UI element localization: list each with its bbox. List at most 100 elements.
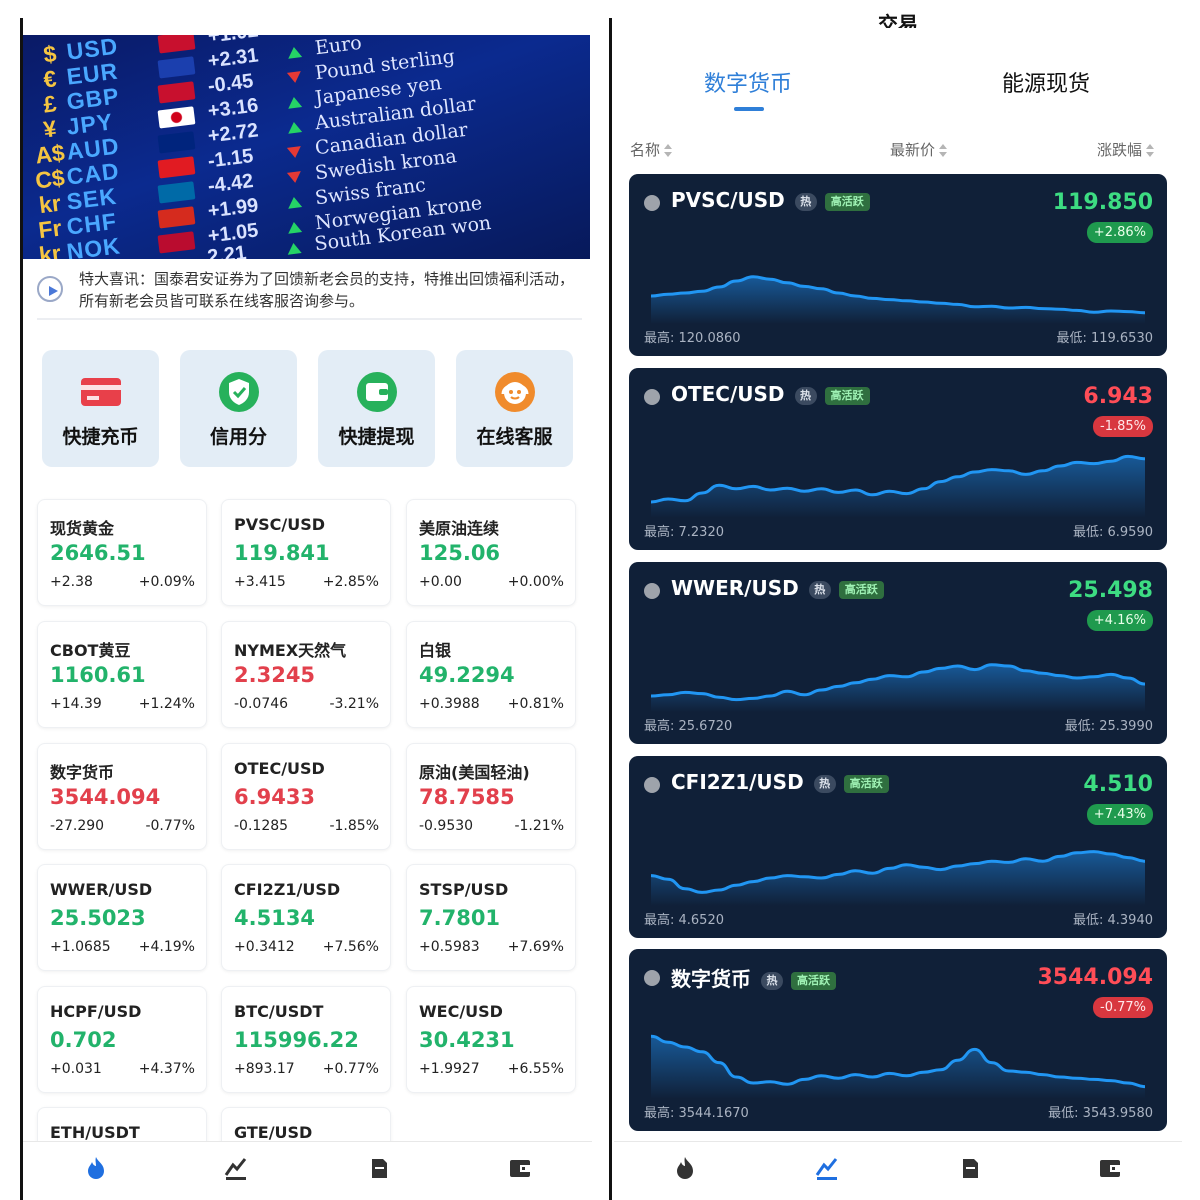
market-tile-change: +0.3412: [234, 939, 295, 955]
market-card[interactable]: PVSC/USD 热高活跃 119.850 +2.86% 最高: 120.0860 最低:…: [629, 174, 1167, 356]
quick-withdraw-button[interactable]: 快捷提现: [318, 350, 435, 467]
page-title: 交易: [878, 12, 918, 28]
tab-energy-spot[interactable]: 能源现货: [1002, 66, 1090, 98]
market-tile[interactable]: WWER/USD 25.5023 +1.0685 +4.19%: [37, 864, 207, 971]
wallet-tab-icon[interactable]: [1097, 1155, 1123, 1180]
hot-icon[interactable]: [83, 1155, 109, 1180]
market-tile-name: 现货黄金: [50, 519, 115, 538]
market-tile[interactable]: STSP/USD 7.7801 +0.5983 +7.69%: [406, 864, 576, 971]
market-tile[interactable]: PVSC/USD 119.841 +3.415 +2.85%: [221, 499, 391, 606]
market-card-high: 最高: 25.6720: [644, 719, 733, 734]
sparkline-chart: [650, 663, 1146, 712]
market-tile-name: 原油(美国轻油): [419, 763, 530, 782]
divider-middle: [609, 18, 612, 1200]
market-tile-price: 2.3245: [234, 663, 316, 687]
market-tile[interactable]: 数字货币 3544.094 -27.290 -0.77%: [37, 743, 207, 850]
market-tile-name: CFI2Z1/USD: [234, 880, 341, 899]
market-card-name: WWER/USD 热高活跃: [671, 576, 884, 600]
status-dot-icon: [644, 777, 660, 793]
active-badge: 高活跃: [843, 774, 889, 793]
hot-badge: 热: [794, 192, 817, 211]
market-tile-change: +0.00: [419, 574, 462, 590]
tab-digital-currency[interactable]: 数字货币: [704, 66, 792, 98]
arrow-up-icon: [286, 196, 303, 209]
market-tile-percent: -1.21%: [514, 818, 564, 834]
market-card-high: 最高: 7.2320: [644, 525, 724, 540]
market-tile[interactable]: CBOT黄豆 1160.61 +14.39 +1.24%: [37, 621, 207, 728]
market-card-high: 最高: 3544.1670: [644, 1106, 749, 1121]
column-name-label: 名称: [630, 141, 661, 159]
market-tile-percent: +7.69%: [507, 939, 564, 955]
market-tile-change: +0.5983: [419, 939, 480, 955]
status-dot-icon: [644, 195, 660, 211]
sort-icon: [1146, 143, 1155, 158]
market-tile-price: 30.4231: [419, 1028, 515, 1052]
market-tile[interactable]: BTC/USDT 115996.22 +893.17 +0.77%: [221, 986, 391, 1093]
market-tile-change: +1.9927: [419, 1061, 480, 1077]
market-tile-name: WEC/USD: [419, 1002, 503, 1021]
quick-deposit-button[interactable]: 快捷充币: [42, 350, 159, 467]
sort-by-price[interactable]: 最新价: [890, 139, 948, 160]
market-tile[interactable]: 原油(美国轻油) 78.7585 -0.9530 -1.21%: [406, 743, 576, 850]
column-change-label: 涨跌幅: [1097, 141, 1143, 159]
arrow-up-icon: [286, 221, 303, 234]
market-card[interactable]: 数字货币热高活跃 3544.094 -0.77% 最高: 3544.1670 最低: 3…: [629, 949, 1167, 1131]
market-tile-percent: +0.00%: [507, 574, 564, 590]
market-tile-price: 119.841: [234, 541, 330, 565]
sort-by-name[interactable]: 名称: [630, 139, 673, 160]
market-card[interactable]: CFI2Z1/USD 热高活跃 4.510 +7.43% 最高: 4.6520 最低: 4…: [629, 756, 1167, 938]
market-tile-change: -0.0746: [234, 696, 289, 712]
wallet-tab-icon[interactable]: [507, 1155, 533, 1180]
market-icon[interactable]: [366, 1155, 392, 1180]
market-card-low: 最低: 4.3940: [1073, 913, 1153, 928]
active-badge: 高活跃: [824, 386, 870, 405]
hot-icon[interactable]: [672, 1155, 698, 1180]
market-tile-name: HCPF/USD: [50, 1002, 142, 1021]
market-card-name: OTEC/USD 热高活跃: [671, 382, 870, 406]
market-card[interactable]: WWER/USD 热高活跃 25.498 +4.16% 最高: 25.6720 最低: 2…: [629, 562, 1167, 744]
credit-score-button[interactable]: 信用分: [180, 350, 297, 467]
market-tile-change: -0.9530: [419, 818, 474, 834]
market-tile[interactable]: 白银 49.2294 +0.3988 +0.81%: [406, 621, 576, 728]
sparkline-chart: [650, 454, 1146, 518]
status-dot-icon: [644, 970, 660, 986]
market-tile-name: GTE/USD: [234, 1123, 313, 1142]
market-tile[interactable]: CFI2Z1/USD 4.5134 +0.3412 +7.56%: [221, 864, 391, 971]
market-tile-price: 115996.22: [234, 1028, 359, 1052]
announcement-bar[interactable]: 特大喜讯：国泰君安证券为了回馈新老会员的支持，特推出回馈福利活动，所有新老会员皆…: [37, 266, 582, 320]
market-tile[interactable]: 美原油连续 125.06 +0.00 +0.00%: [406, 499, 576, 606]
market-card-percent: +7.43%: [1086, 804, 1153, 825]
market-icon[interactable]: [957, 1155, 983, 1180]
customer-service-button[interactable]: 在线客服: [456, 350, 573, 467]
market-card-percent: +4.16%: [1086, 610, 1153, 631]
market-tile-name: OTEC/USD: [234, 759, 325, 778]
sort-by-change[interactable]: 涨跌幅: [1097, 139, 1155, 160]
sparkline-chart: [650, 1034, 1146, 1099]
market-tile[interactable]: NYMEX天然气 2.3245 -0.0746 -3.21%: [221, 621, 391, 728]
screenshot-stage: $USD+1.02United States dollar€EUR+2.31Eu…: [0, 0, 1200, 1200]
active-badge: 高活跃: [791, 971, 836, 990]
market-card-percent: -0.77%: [1093, 997, 1153, 1018]
card-icon: [81, 378, 121, 406]
market-tile[interactable]: 现货黄金 2646.51 +2.38 +0.09%: [37, 499, 207, 606]
active-tab-indicator: [734, 107, 764, 111]
market-tile[interactable]: WEC/USD 30.4231 +1.9927 +6.55%: [406, 986, 576, 1093]
market-card-price: 3544.094: [1037, 965, 1153, 990]
market-tile-percent: -1.85%: [329, 818, 379, 834]
quick-withdraw-label: 快捷提现: [338, 426, 415, 448]
hot-badge: 热: [808, 580, 831, 599]
market-tile-percent: +0.09%: [138, 574, 195, 590]
arrow-up-icon: [286, 96, 303, 109]
trade-icon[interactable]: [223, 1155, 249, 1180]
market-tile[interactable]: HCPF/USD 0.702 +0.031 +4.37%: [37, 986, 207, 1093]
market-tile-change: +0.031: [50, 1061, 102, 1077]
market-card[interactable]: OTEC/USD 热高活跃 6.943 -1.85% 最高: 7.2320 最低: 6.9…: [629, 368, 1167, 550]
market-tile[interactable]: OTEC/USD 6.9433 -0.1285 -1.85%: [221, 743, 391, 850]
market-card-low: 最低: 6.9590: [1073, 525, 1153, 540]
arrow-up-icon: [286, 46, 303, 59]
sparkline-chart: [650, 275, 1146, 324]
trade-screen: 交易 数字货币 能源现货 名称 最新价 涨跌幅 PVSC/USD 热高活跃 119.…: [614, 0, 1182, 1180]
currency-banner[interactable]: $USD+1.02United States dollar€EUR+2.31Eu…: [23, 35, 590, 259]
trade-icon[interactable]: [814, 1155, 840, 1180]
market-tile-name: 数字货币: [50, 763, 115, 782]
